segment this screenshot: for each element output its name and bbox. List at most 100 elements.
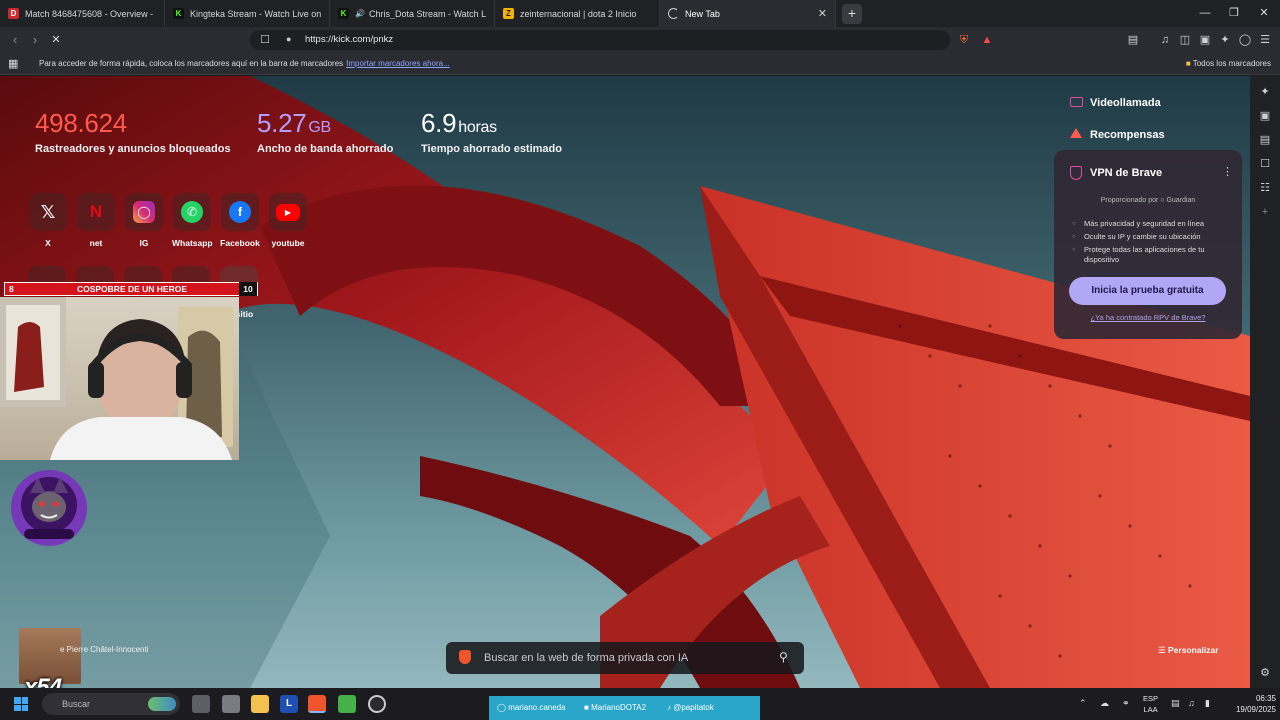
zeinternacional-icon: Z bbox=[503, 8, 514, 19]
talk-sidebar-icon[interactable]: ▣ bbox=[1258, 109, 1272, 123]
language-indicator[interactable]: ESP LAA bbox=[1143, 693, 1158, 715]
vpn-provider: Proporcionado por ○ Guardian bbox=[1100, 197, 1196, 204]
x-icon: 𝕏 bbox=[40, 201, 56, 222]
rewards-link[interactable]: Recompensas bbox=[1090, 129, 1165, 141]
site-info-icon[interactable]: ● bbox=[286, 34, 291, 44]
start-trial-button[interactable]: Inicia la prueba gratuita bbox=[1069, 277, 1226, 305]
hero-bar-text: COSPOBRE DE UN HEROE bbox=[76, 284, 188, 294]
bookmarks-bar: ▦ Para acceder de forma rápida, coloca l… bbox=[0, 53, 1280, 75]
top-site-tile[interactable] bbox=[28, 266, 66, 282]
vpn-shield-icon bbox=[1070, 166, 1082, 180]
obs-icon[interactable] bbox=[368, 695, 386, 713]
reading-list-sidebar-icon[interactable]: ☷ bbox=[1258, 181, 1272, 195]
close-tab-icon[interactable]: ✕ bbox=[818, 7, 827, 20]
microphone-icon[interactable]: ⚭ bbox=[1122, 698, 1130, 709]
stop-loading-button[interactable]: ✕ bbox=[47, 31, 65, 49]
address-bar[interactable]: ☐ ● https://kick.com/pnkz bbox=[250, 30, 950, 50]
url-text[interactable]: https://kick.com/pnkz bbox=[305, 34, 393, 45]
photo-credit[interactable]: e Pierre Châtel-Innocenti bbox=[60, 645, 149, 654]
stat-time-label: Tiempo ahorrado estimado bbox=[421, 143, 562, 155]
rewards-triangle-icon bbox=[1070, 128, 1082, 138]
sidebar-settings-icon[interactable]: ⚙ bbox=[1258, 666, 1272, 680]
top-site-netflix[interactable]: N net bbox=[76, 193, 116, 248]
taskbar-clock[interactable]: 06:35 19/09/2025 bbox=[1222, 693, 1276, 715]
new-tab-button[interactable]: + bbox=[842, 3, 862, 24]
bookmark-icon[interactable]: ☐ bbox=[260, 33, 270, 46]
split-view-icon[interactable]: ◫ bbox=[1178, 33, 1192, 47]
forward-button[interactable]: › bbox=[26, 31, 44, 49]
l-app-icon[interactable]: L bbox=[280, 695, 298, 713]
close-window-button[interactable]: ✕ bbox=[1248, 0, 1280, 27]
bookmarks-sidebar-icon[interactable]: ☐ bbox=[1258, 157, 1272, 171]
vpn-menu-icon[interactable]: ⋮ bbox=[1222, 165, 1233, 178]
app-icon[interactable] bbox=[222, 695, 240, 713]
top-site-tile[interactable] bbox=[124, 266, 162, 282]
speaker-icon[interactable]: 🔊 bbox=[355, 9, 365, 18]
taskbar-search[interactable]: Buscar bbox=[42, 693, 180, 715]
tab-new-tab[interactable]: New Tab ✕ bbox=[660, 0, 836, 27]
leo-ai-icon[interactable]: ✦ bbox=[1218, 33, 1232, 47]
all-bookmarks-button[interactable]: ■ Todos los marcadores bbox=[1186, 59, 1271, 68]
sidebar-toggle-icon[interactable]: ▤ bbox=[1126, 33, 1140, 47]
stat-bandwidth-value: 5.27 GB bbox=[257, 108, 331, 138]
bookmarks-hint: Para acceder de forma rápida, coloca los… bbox=[39, 59, 344, 68]
file-explorer-icon[interactable] bbox=[251, 695, 269, 713]
notes-app-icon[interactable] bbox=[338, 695, 356, 713]
network-icon[interactable]: ▤ bbox=[1171, 698, 1180, 709]
tab-title: Kingteka Stream - Watch Live on Kick bbox=[190, 8, 321, 19]
folder-icon: ■ bbox=[1185, 59, 1191, 68]
menu-icon[interactable]: ☰ bbox=[1258, 33, 1272, 47]
top-site-x[interactable]: 𝕏 X bbox=[28, 193, 68, 248]
tiktok-icon: ♪ bbox=[667, 703, 671, 712]
top-site-youtube[interactable]: ▶ youtube bbox=[268, 193, 308, 248]
tab-title: Match 8468475608 - Overview - DOT bbox=[25, 8, 156, 19]
task-view-icon[interactable] bbox=[192, 695, 210, 713]
stream-hero-bar: COSPOBRE DE UN HEROE 8 10 bbox=[4, 282, 258, 296]
customize-button[interactable]: ☰ Personalizar bbox=[1158, 645, 1219, 656]
tab-zeinternacional[interactable]: Z zeinternacional | dota 2 Inicio bbox=[495, 0, 660, 27]
already-purchased-link[interactable]: ¿Ya ha contratado RPV de Brave? bbox=[1054, 313, 1242, 322]
videocall-link[interactable]: Videollamada bbox=[1090, 97, 1161, 109]
webcam-overlay bbox=[0, 297, 239, 460]
wallet-sidebar-icon[interactable]: ▤ bbox=[1258, 133, 1272, 147]
youtube-icon: ▶ bbox=[276, 203, 300, 221]
leo-sidebar-icon[interactable]: ✦ bbox=[1258, 85, 1272, 99]
battery-icon[interactable]: ▮ bbox=[1205, 698, 1210, 709]
top-site-whatsapp[interactable]: ✆ Whatsapp bbox=[172, 193, 213, 248]
brave-shields-icon[interactable]: ⛨ bbox=[957, 33, 971, 47]
volume-icon[interactable]: ♫ bbox=[1188, 698, 1195, 708]
brave-rewards-icon[interactable]: ▲ bbox=[980, 33, 994, 47]
ai-search-box[interactable]: Buscar en la web de forma privada con IA… bbox=[446, 642, 804, 674]
import-bookmarks-link[interactable]: Importar marcadores ahora... bbox=[346, 59, 450, 68]
top-site-facebook[interactable]: f Facebook bbox=[220, 193, 260, 248]
tray-chevron-icon[interactable]: ⌃ bbox=[1079, 698, 1087, 709]
search-icon[interactable]: ⚲ bbox=[779, 650, 788, 664]
wallet-icon[interactable]: ▣ bbox=[1198, 33, 1212, 47]
search-highlight-icon bbox=[148, 697, 176, 711]
social-instagram: ◯ mariano.caneda bbox=[497, 703, 566, 712]
browser-sidebar: ✦ ▣ ▤ ☐ ☷ + ⚙ bbox=[1250, 76, 1280, 688]
tab-kingteka[interactable]: K Kingteka Stream - Watch Live on Kick bbox=[165, 0, 330, 27]
cloud-icon[interactable]: ☁ bbox=[1100, 698, 1109, 709]
media-icon[interactable]: ♫ bbox=[1158, 33, 1172, 47]
instagram-icon: ◯ bbox=[497, 703, 506, 712]
vpn-icon[interactable]: ◯ bbox=[1238, 33, 1252, 47]
top-site-instagram[interactable]: ◯ IG bbox=[124, 193, 164, 248]
tab-chris-dota[interactable]: K 🔊 Chris_Dota Stream - Watch Live o bbox=[330, 0, 495, 27]
vpn-feature: Oculte su IP y cambie su ubicación bbox=[1072, 232, 1234, 242]
vpn-title: VPN de Brave bbox=[1090, 167, 1163, 179]
top-site-tile[interactable] bbox=[172, 266, 210, 282]
stat-trackers-value: 498.624 bbox=[35, 108, 127, 138]
tab-match[interactable]: D Match 8468475608 - Overview - DOT bbox=[0, 0, 165, 27]
black-list-logo-image bbox=[11, 470, 87, 546]
brave-taskbar-icon[interactable] bbox=[308, 695, 326, 713]
top-site-tile[interactable] bbox=[76, 266, 114, 282]
sliders-icon: ☰ bbox=[1158, 645, 1166, 655]
apps-grid-icon[interactable]: ▦ bbox=[8, 57, 18, 70]
add-site-button[interactable] bbox=[220, 266, 258, 282]
windows-start-icon[interactable] bbox=[14, 697, 28, 711]
back-button[interactable]: ‹ bbox=[6, 31, 24, 49]
minimize-button[interactable]: — bbox=[1189, 0, 1221, 27]
add-sidebar-item-icon[interactable]: + bbox=[1258, 205, 1272, 219]
maximize-button[interactable]: ❐ bbox=[1218, 0, 1250, 27]
